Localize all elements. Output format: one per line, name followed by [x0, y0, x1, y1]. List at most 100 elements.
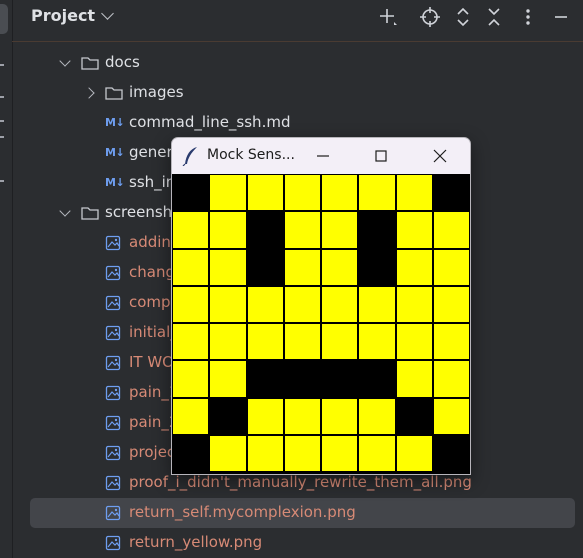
led-pixel	[432, 323, 470, 361]
led-pixel	[358, 360, 396, 398]
window-title: Mock Sens...	[207, 147, 295, 163]
image-file-icon	[105, 355, 121, 371]
led-pixel	[209, 397, 247, 435]
led-pixel	[209, 323, 247, 361]
markdown-icon: M↓	[105, 176, 125, 189]
new-file-icon[interactable]	[377, 6, 399, 28]
collapse-all-icon[interactable]	[483, 6, 505, 28]
led-pixel	[432, 248, 470, 286]
tree-folder-row[interactable]: docs	[12, 48, 583, 78]
folder-icon	[81, 57, 99, 70]
image-file-icon	[105, 265, 121, 281]
minimize-icon[interactable]	[300, 141, 346, 171]
led-matrix	[172, 174, 470, 474]
close-icon[interactable]	[417, 141, 463, 171]
led-pixel	[246, 434, 284, 472]
led-pixel	[358, 323, 396, 361]
led-pixel	[321, 248, 359, 286]
chevron-down-icon[interactable]	[59, 55, 71, 67]
led-pixel	[395, 434, 433, 472]
project-tool-button[interactable]	[0, 4, 8, 34]
locate-file-icon[interactable]	[419, 6, 441, 28]
mock-sensehat-window[interactable]: Mock Sens...	[171, 137, 471, 475]
feather-icon	[182, 147, 197, 166]
chevron-right-icon[interactable]	[83, 87, 95, 99]
led-pixel	[246, 285, 284, 323]
led-pixel	[283, 285, 321, 323]
minimize-panel-icon[interactable]	[550, 6, 572, 28]
image-file-icon	[105, 475, 121, 491]
led-pixel	[246, 248, 284, 286]
tree-file-row[interactable]: return_self.mycomplexion.png	[30, 498, 575, 528]
tree-item-label: images	[129, 83, 184, 101]
led-pixel	[172, 434, 210, 472]
led-pixel	[358, 434, 396, 472]
maximize-icon[interactable]	[358, 141, 404, 171]
led-pixel	[358, 174, 396, 212]
tree-item-label: docs	[105, 53, 140, 71]
strip-marker	[0, 64, 4, 66]
panel-title: Project	[31, 6, 96, 25]
project-view-selector[interactable]: Project	[31, 6, 114, 25]
more-options-icon[interactable]	[517, 6, 539, 28]
led-pixel	[283, 434, 321, 472]
led-pixel	[246, 211, 284, 249]
markdown-icon: M↓	[105, 116, 125, 129]
led-pixel	[172, 285, 210, 323]
led-pixel	[432, 434, 470, 472]
led-pixel	[209, 285, 247, 323]
strip-marker	[0, 120, 4, 122]
tree-item-label: commad_line_ssh.md	[129, 113, 291, 131]
window-title-bar[interactable]: Mock Sens...	[172, 138, 470, 174]
led-pixel	[321, 434, 359, 472]
image-file-icon	[105, 235, 121, 251]
expand-all-icon[interactable]	[452, 6, 474, 28]
strip-marker	[0, 96, 4, 98]
led-pixel	[358, 397, 396, 435]
tree-folder-row[interactable]: images	[12, 78, 583, 108]
strip-marker	[0, 180, 4, 182]
led-pixel	[172, 248, 210, 286]
image-file-icon	[105, 535, 121, 551]
led-pixel	[395, 397, 433, 435]
led-pixel	[395, 211, 433, 249]
folder-icon	[81, 207, 99, 220]
led-pixel	[432, 285, 470, 323]
led-pixel	[246, 360, 284, 398]
led-pixel	[321, 174, 359, 212]
led-pixel	[283, 397, 321, 435]
led-pixel	[209, 360, 247, 398]
image-file-icon	[105, 295, 121, 311]
led-pixel	[321, 397, 359, 435]
led-pixel	[246, 323, 284, 361]
led-pixel	[172, 360, 210, 398]
led-pixel	[358, 285, 396, 323]
led-pixel	[432, 174, 470, 212]
led-pixel	[209, 211, 247, 249]
led-pixel	[283, 360, 321, 398]
chevron-down-icon	[101, 7, 114, 20]
folder-icon	[105, 87, 123, 100]
image-file-icon	[105, 505, 121, 521]
led-pixel	[172, 211, 210, 249]
led-pixel	[209, 434, 247, 472]
led-pixel	[172, 397, 210, 435]
image-file-icon	[105, 385, 121, 401]
led-pixel	[321, 211, 359, 249]
led-pixel	[395, 285, 433, 323]
strip-marker	[0, 136, 4, 138]
tree-item-label: return_yellow.png	[129, 533, 263, 551]
led-pixel	[321, 360, 359, 398]
led-pixel	[283, 174, 321, 212]
led-pixel	[321, 323, 359, 361]
led-pixel	[246, 397, 284, 435]
led-pixel	[432, 360, 470, 398]
tree-file-row[interactable]: M↓ commad_line_ssh.md	[12, 108, 583, 138]
markdown-icon: M↓	[105, 146, 125, 159]
tree-item-label: return_self.mycomplexion.png	[129, 503, 356, 521]
chevron-down-icon[interactable]	[59, 205, 71, 217]
project-panel-header: Project	[12, 0, 583, 38]
led-pixel	[283, 323, 321, 361]
led-pixel	[432, 211, 470, 249]
tree-file-row[interactable]: return_yellow.png	[12, 528, 583, 558]
